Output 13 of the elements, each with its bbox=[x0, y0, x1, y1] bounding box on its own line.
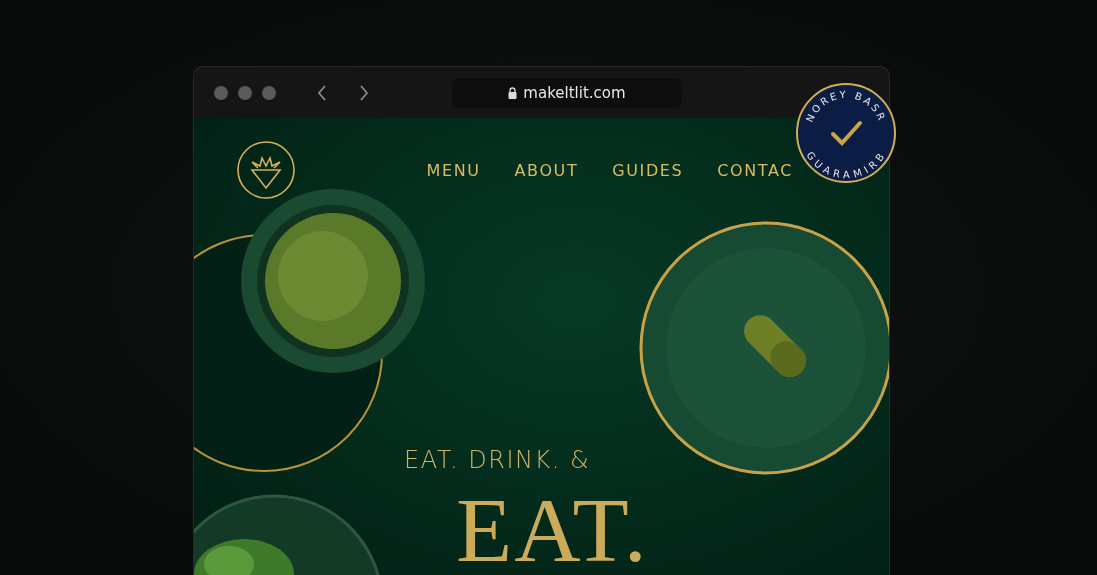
window-control[interactable] bbox=[238, 85, 252, 100]
hero-kicker: EAT. DRINK. & bbox=[404, 446, 592, 474]
nav-link[interactable]: CONTAC bbox=[717, 160, 793, 180]
nav-link[interactable]: ABOUT bbox=[514, 160, 579, 180]
window-control[interactable] bbox=[214, 85, 228, 100]
url-text: makeltlit.com bbox=[523, 83, 626, 102]
nav-link[interactable]: GUIDES bbox=[612, 160, 684, 180]
logo-icon bbox=[236, 140, 296, 200]
window-control[interactable] bbox=[262, 85, 276, 100]
hero-headline: EAT. bbox=[456, 484, 650, 575]
lock-icon bbox=[508, 86, 518, 99]
nav-link[interactable]: MENU bbox=[426, 160, 481, 180]
address-bar[interactable]: makeltlit.com bbox=[452, 77, 682, 108]
